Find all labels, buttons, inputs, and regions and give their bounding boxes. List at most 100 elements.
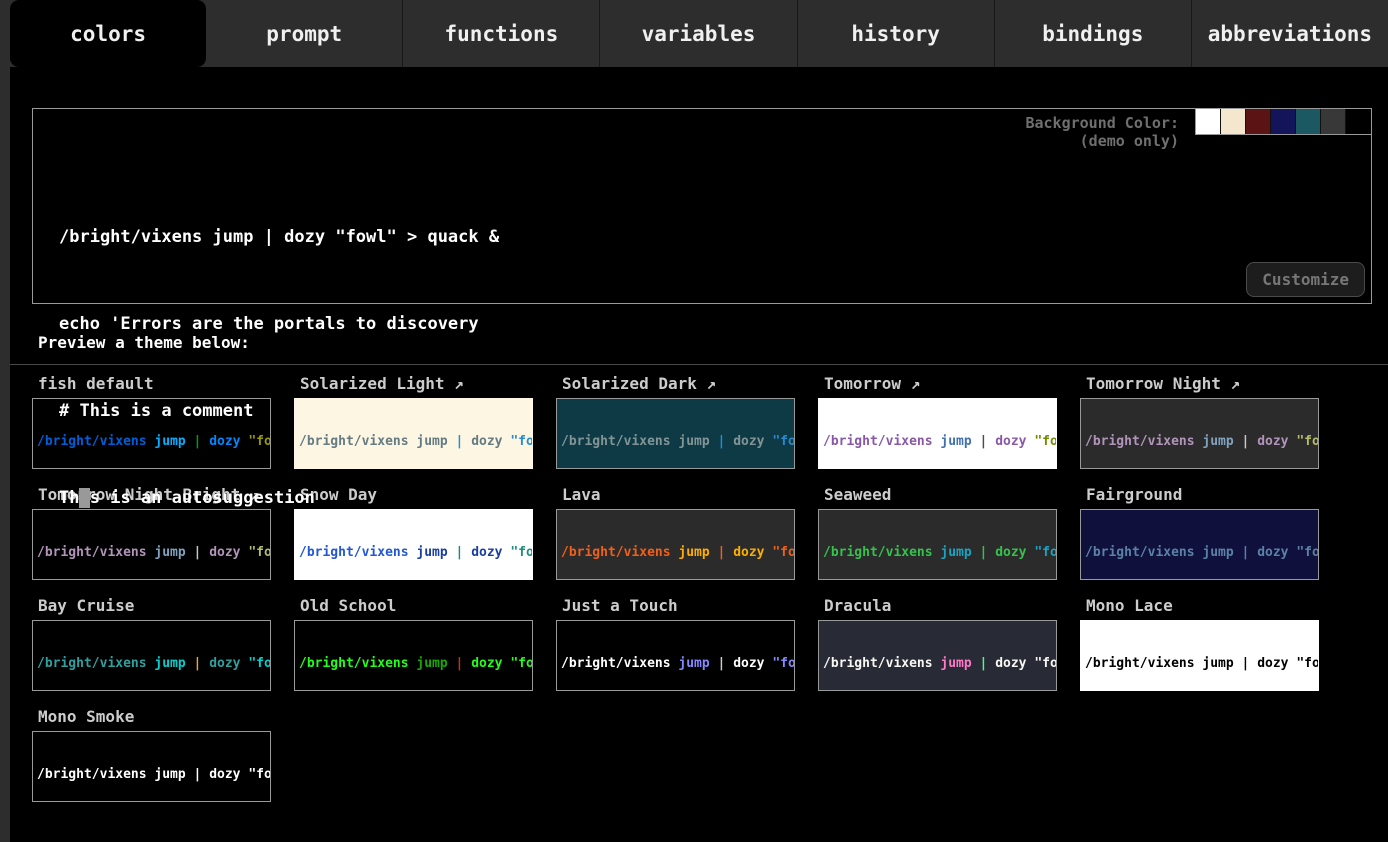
theme-preview-card[interactable]: /bright/vixens jump | dozy "fowl" > quac… [556,620,795,691]
card-line-command: /bright/vixens jump | dozy "fowl" > quac… [561,434,794,451]
theme-title: Fairground [1086,485,1182,504]
token-param: jump [1202,656,1233,671]
card-line-command: /bright/vixens jump | dozy "fowl" > quac… [561,656,794,673]
theme-preview-card[interactable]: /bright/vixens jump | dozy "fowl" > quac… [1080,509,1319,580]
token-param: jump [678,656,709,671]
theme-preview-card[interactable]: /bright/vixens jump | dozy "fowl" > quac… [818,620,1057,691]
token-quote: "fowl" > quack & [510,434,533,449]
theme-title: Mono Smoke [38,707,134,726]
card-line-command: /bright/vixens jump | dozy "fowl" > quac… [823,656,1056,673]
card-line-command: /bright/vixens jump | dozy "fowl" > quac… [37,656,270,673]
token-param: jump [1202,545,1233,560]
theme-cell: Bay Cruise ↗ /bright/vixens jump | dozy … [32,596,294,691]
token-command2: dozy [1257,545,1288,560]
token-command2: dozy [733,434,764,449]
token-quote: "fowl" > quack & [1296,434,1319,449]
token-quote: "fowl" > quack & [510,545,533,560]
theme-cell: Tomorrow Night ↗ /bright/vixens jump | d… [1080,374,1342,469]
preview-line-comment: # This is a comment [59,397,499,426]
theme-preview-card[interactable]: /bright/vixens jump | dozy "fowl" > quac… [818,398,1057,469]
background-color-label-line2: (demo only) [1025,132,1179,150]
tab-abbreviations[interactable]: abbreviations [1191,0,1388,67]
theme-cell: Solarized Dark ↗ /bright/vixens jump | d… [556,374,818,469]
terminal-preview-text: /bright/vixens jump | dozy "fowl" > quac… [59,165,499,571]
theme-title: Tomorrow [824,374,901,393]
external-link-icon[interactable]: ↗ [901,374,920,393]
theme-title: Bay Cruise [38,596,134,615]
token-command2: dozy [995,656,1026,671]
background-swatch[interactable] [1296,109,1321,134]
theme-preview-card[interactable]: /bright/vixens jump | dozy "fowl" > quac… [32,731,271,802]
token-param: jump [940,656,971,671]
theme-preview-card[interactable]: /bright/vixens jump | dozy "fowl" > quac… [1080,398,1319,469]
token-command-path: /bright/vixens [561,656,671,671]
tab-history[interactable]: history [797,0,994,67]
tab-prompt[interactable]: prompt [206,0,402,67]
token-param: jump [416,656,447,671]
background-swatch[interactable] [1246,109,1271,134]
card-line-command: /bright/vixens jump | dozy "fowl" > quac… [299,656,532,673]
token-command2: dozy [733,545,764,560]
tab-bar: colors prompt functions variables histor… [10,0,1388,67]
card-line-command: /bright/vixens jump | dozy "fowl" > quac… [561,545,794,562]
tab-bindings[interactable]: bindings [994,0,1191,67]
theme-preview-card[interactable]: /bright/vixens jump | dozy "fowl" > quac… [556,509,795,580]
token-quote: "fowl" > quack & [1296,545,1319,560]
theme-cell: Dracula ↗ /bright/vixens jump | dozy "fo… [818,596,1080,691]
theme-cell: Fairground ↗ /bright/vixens jump | dozy … [1080,485,1342,580]
theme-cell: Mono Smoke ↗ /bright/vixens jump | dozy … [32,707,294,802]
theme-preview-card[interactable]: /bright/vixens jump | dozy "fowl" > quac… [32,620,271,691]
theme-cell: Tomorrow ↗ /bright/vixens jump | dozy "f… [818,374,1080,469]
external-link-icon[interactable]: ↗ [1221,374,1240,393]
theme-cell: Mono Lace ↗ /bright/vixens jump | dozy "… [1080,596,1342,691]
token-quote: "fowl" > quack & [772,656,795,671]
tab-colors[interactable]: colors [10,0,206,67]
theme-title: Tomorrow Night [1086,374,1221,393]
token-param: jump [154,656,185,671]
tab-variables[interactable]: variables [599,0,796,67]
theme-preview-card[interactable]: /bright/vixens jump | dozy "fowl" > quac… [556,398,795,469]
token-quote: "fowl" > quack & [1034,545,1057,560]
background-swatch[interactable] [1221,109,1246,134]
theme-title: Solarized Dark [562,374,697,393]
token-command2: dozy [471,656,502,671]
token-command2: dozy [733,656,764,671]
external-link-icon[interactable]: ↗ [697,374,716,393]
background-swatch[interactable] [1346,109,1371,134]
background-color-label: Background Color: (demo only) [1025,114,1179,150]
token-command-path: /bright/vixens [1085,656,1195,671]
background-color-label-line1: Background Color: [1025,114,1179,132]
theme-title: Old School [300,596,396,615]
terminal-preview-box: Background Color: (demo only) /bright/vi… [32,108,1372,304]
token-command-path: /bright/vixens [823,434,933,449]
token-command2: dozy [209,767,240,782]
theme-cell: Old School ↗ /bright/vixens jump | dozy … [294,596,556,691]
page: colors prompt functions variables histor… [10,0,1388,842]
background-swatch[interactable] [1271,109,1296,134]
token-command-path: /bright/vixens [561,545,671,560]
token-command-path: /bright/vixens [561,434,671,449]
theme-preview-card[interactable]: /bright/vixens jump | dozy "fowl" > quac… [1080,620,1319,691]
background-swatch[interactable] [1321,109,1346,134]
token-param: jump [678,545,709,560]
theme-preview-card[interactable]: /bright/vixens jump | dozy "fowl" > quac… [818,509,1057,580]
tab-functions[interactable]: functions [402,0,599,67]
theme-title: Dracula [824,596,891,615]
card-line-command: /bright/vixens jump | dozy "fowl" > quac… [1085,545,1318,562]
token-quote: "fowl" > quack & [248,656,271,671]
theme-cell: Lava ↗ /bright/vixens jump | dozy "fowl"… [556,485,818,580]
background-swatch-strip [1195,108,1372,135]
preview-line-error: echo 'Errors are the portals to discover… [59,310,499,339]
token-command2: dozy [209,656,240,671]
theme-cell: Just a Touch ↗ /bright/vixens jump | doz… [556,596,818,691]
preview-suggestion-text: s is an autosuggestion [90,488,315,508]
token-quote: "fowl" > quack & [1034,656,1057,671]
token-command2: dozy [995,545,1026,560]
token-command-path: /bright/vixens [1085,434,1195,449]
theme-preview-card[interactable]: /bright/vixens jump | dozy "fowl" > quac… [294,620,533,691]
token-command2: dozy [1257,434,1288,449]
token-command2: dozy [995,434,1026,449]
theme-title: Lava [562,485,601,504]
customize-button[interactable]: Customize [1246,262,1365,297]
background-swatch[interactable] [1196,109,1221,134]
